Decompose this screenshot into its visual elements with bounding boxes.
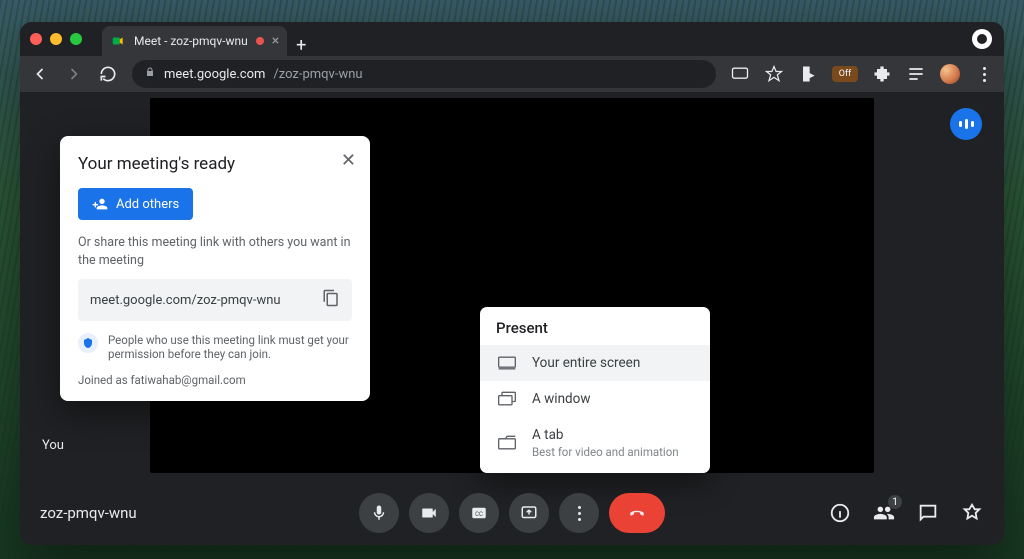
copy-icon — [322, 289, 340, 307]
present-option-window[interactable]: A window — [480, 381, 710, 417]
permission-note: People who use this meeting link must ge… — [108, 333, 352, 361]
meeting-details-button[interactable] — [828, 501, 852, 525]
share-instructions: Or share this meeting link with others y… — [78, 234, 352, 269]
participants-count-badge: 1 — [888, 495, 902, 509]
browser-window: Meet - zoz-pmqv-wnu × + meet.google.com/… — [20, 22, 1004, 545]
browser-menu-icon[interactable] — [974, 64, 994, 84]
new-tab-button[interactable]: + — [287, 35, 315, 56]
present-option-label: Your entire screen — [532, 355, 640, 371]
url-path: /zoz-pmqv-wnu — [273, 67, 362, 82]
extension-icon[interactable] — [798, 64, 818, 84]
monitor-icon — [496, 355, 518, 371]
call-controls: CC — [359, 493, 665, 533]
lock-icon — [144, 66, 156, 82]
address-bar[interactable]: meet.google.com/zoz-pmqv-wnu — [132, 60, 716, 88]
meet-app: You ✕ Your meeting's ready Add others Or… — [20, 92, 1004, 545]
add-others-button[interactable]: Add others — [78, 188, 193, 220]
participants-button[interactable]: 1 — [872, 501, 896, 525]
bookmark-star-icon[interactable] — [764, 64, 784, 84]
window-icon — [496, 391, 518, 407]
chat-button[interactable] — [916, 501, 940, 525]
joined-as-email: fatiwahab@gmail.com — [131, 373, 246, 387]
window-traffic-lights — [30, 33, 82, 45]
present-option-entire-screen[interactable]: Your entire screen — [480, 345, 710, 381]
present-option-tab[interactable]: A tab Best for video and animation — [480, 417, 710, 469]
toolbar: meet.google.com/zoz-pmqv-wnu Off — [20, 56, 1004, 92]
joined-as: Joined as fatiwahab@gmail.com — [78, 373, 352, 387]
profile-avatar[interactable] — [940, 64, 960, 84]
nav-forward-icon[interactable] — [64, 64, 84, 84]
nav-back-icon[interactable] — [30, 64, 50, 84]
close-icon[interactable]: ✕ — [341, 150, 356, 171]
reading-list-icon[interactable] — [906, 64, 926, 84]
leave-call-button[interactable] — [609, 493, 665, 533]
meet-favicon-icon — [110, 33, 126, 49]
meeting-ready-card: ✕ Your meeting's ready Add others Or sha… — [60, 136, 370, 401]
meeting-code: zoz-pmqv-wnu — [40, 504, 137, 522]
tab-title: Meet - zoz-pmqv-wnu — [134, 34, 248, 48]
permission-note-row: People who use this meeting link must ge… — [78, 333, 352, 361]
copy-link-button[interactable] — [322, 289, 340, 311]
meeting-link-text: meet.google.com/zoz-pmqv-wnu — [90, 293, 281, 308]
tab-strip: Meet - zoz-pmqv-wnu × + — [102, 22, 964, 56]
titlebar: Meet - zoz-pmqv-wnu × + — [20, 22, 1004, 56]
extensions-puzzle-icon[interactable] — [872, 64, 892, 84]
self-name-label: You — [42, 438, 64, 453]
present-option-label: A window — [532, 391, 591, 407]
window-close-icon[interactable] — [30, 33, 42, 45]
url-host: meet.google.com — [164, 67, 265, 82]
shield-icon — [78, 333, 98, 353]
person-add-icon — [92, 196, 108, 212]
extension-off-badge[interactable]: Off — [832, 66, 858, 82]
present-option-label: A tab — [532, 427, 679, 443]
window-zoom-icon[interactable] — [70, 33, 82, 45]
present-option-subtext: Best for video and animation — [532, 445, 679, 459]
recording-indicator-icon — [256, 37, 264, 45]
incognito-or-profile-icon[interactable] — [972, 29, 992, 49]
joined-as-prefix: Joined as — [78, 373, 131, 387]
cast-icon[interactable] — [730, 64, 750, 84]
reload-icon[interactable] — [98, 64, 118, 84]
meet-actions-right: 1 — [828, 501, 984, 525]
toggle-mic-button[interactable] — [359, 493, 399, 533]
present-title: Present — [480, 317, 710, 345]
present-button[interactable] — [509, 493, 549, 533]
tab-close-icon[interactable]: × — [272, 34, 279, 48]
ready-title: Your meeting's ready — [78, 154, 352, 174]
toggle-captions-button[interactable]: CC — [459, 493, 499, 533]
toggle-camera-button[interactable] — [409, 493, 449, 533]
window-minimize-icon[interactable] — [50, 33, 62, 45]
browser-tab[interactable]: Meet - zoz-pmqv-wnu × — [102, 26, 287, 56]
activities-button[interactable] — [960, 501, 984, 525]
meet-bottom-bar: zoz-pmqv-wnu CC 1 — [20, 481, 1004, 545]
svg-text:CC: CC — [475, 511, 483, 518]
meeting-link-row: meet.google.com/zoz-pmqv-wnu — [78, 279, 352, 321]
present-menu: Present Your entire screen A window A ta… — [480, 307, 710, 473]
tab-icon — [496, 435, 518, 451]
self-audio-indicator-icon[interactable] — [950, 108, 982, 140]
add-others-label: Add others — [116, 197, 179, 212]
toolbar-right: Off — [730, 64, 994, 84]
more-options-button[interactable] — [559, 493, 599, 533]
